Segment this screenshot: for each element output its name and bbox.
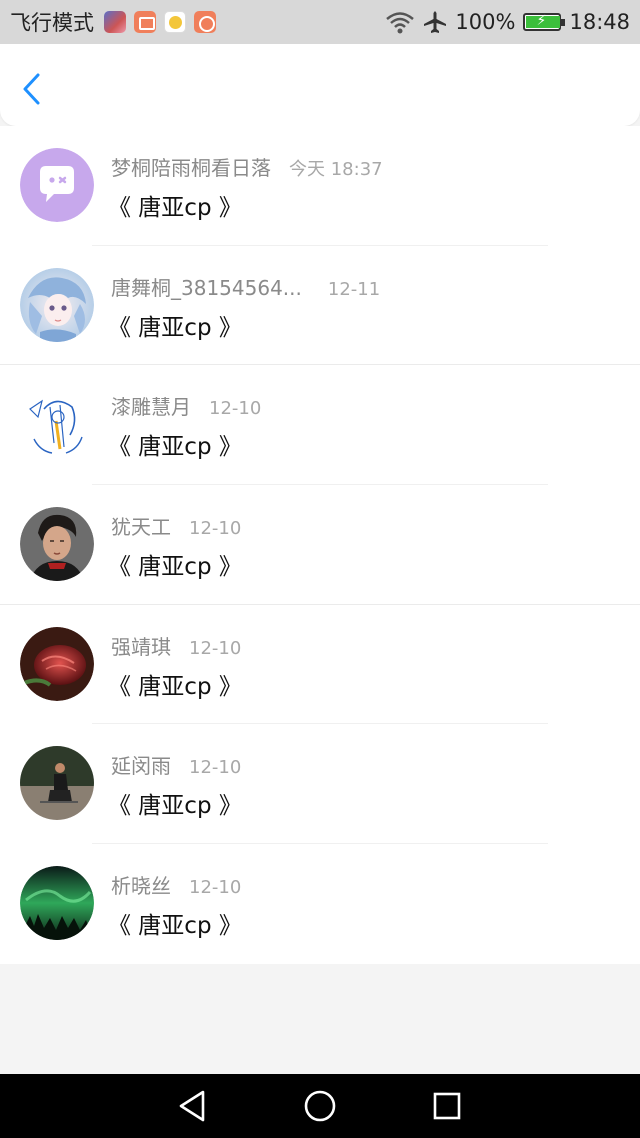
nav-recents-button[interactable] [417, 1086, 477, 1126]
message-preview: 《 唐亚cp 》 [108, 793, 242, 820]
sender-name: 梦桐陪雨桐看日落 [111, 156, 271, 180]
message-preview: 《 唐亚cp 》 [108, 554, 242, 581]
home-circle-icon [304, 1090, 336, 1122]
airplane-icon [424, 11, 447, 33]
sender-name: 强靖琪 [111, 634, 171, 659]
message-preview: 《 唐亚cp 》 [108, 673, 242, 700]
rose-avatar[interactable] [20, 626, 94, 701]
message-time: 12-10 [189, 877, 242, 899]
app-header [0, 44, 640, 126]
battery-percent: 100% [455, 10, 516, 34]
wifi-icon [386, 12, 415, 34]
name-row: 析晓丝 12-10 [111, 870, 241, 899]
list-item[interactable]: 梦桐陪雨桐看日落 今天 18:37 《 唐亚cp 》 [0, 126, 640, 246]
name-row: 犹天工 12-10 [111, 511, 241, 540]
nav-home-button[interactable] [290, 1086, 350, 1126]
message-time: 12-10 [189, 757, 242, 779]
message-time: 12-10 [209, 398, 262, 420]
message-preview: 《 唐亚cp 》 [108, 913, 242, 940]
battery-icon: ⚡ [523, 13, 566, 31]
sender-name: 漆雕慧月 [111, 395, 191, 420]
list-item[interactable]: 强靖琪 12-10 《 唐亚cp 》 [0, 605, 640, 725]
portrait-avatar[interactable] [20, 507, 94, 582]
chat-bubble-avatar[interactable] [20, 148, 94, 222]
app-icon-2 [134, 11, 156, 33]
name-row: 梦桐陪雨桐看日落 今天 18:37 [111, 152, 383, 181]
charging-bolt-icon: ⚡ [536, 13, 547, 29]
name-row: 强靖琪 12-10 [111, 631, 241, 660]
sender-name: 唐舞桐_38154564... [111, 275, 302, 300]
nav-back-button[interactable] [163, 1086, 223, 1126]
airplane-mode-label: 飞行模式 [10, 11, 94, 35]
message-time: 12-10 [189, 518, 242, 540]
app-icon-1 [104, 11, 126, 33]
status-left: 飞行模式 [10, 7, 216, 37]
sender-name: 延闵雨 [111, 754, 171, 779]
list-item[interactable]: 犹天工 12-10 《 唐亚cp 》 [0, 485, 640, 605]
message-preview: 《 唐亚cp 》 [108, 434, 242, 461]
anime-girl-avatar[interactable] [20, 267, 94, 342]
list-item[interactable]: 延闵雨 12-10 《 唐亚cp 》 [0, 724, 640, 845]
app-icon-4 [194, 11, 216, 33]
status-bar: 飞行模式 100% ⚡ 18:48 [0, 0, 640, 44]
person-kneeling-avatar[interactable] [20, 746, 94, 821]
message-list: 梦桐陪雨桐看日落 今天 18:37 《 唐亚cp 》 唐舞桐_38154564.… [0, 126, 640, 964]
navigation-bar [0, 1074, 640, 1138]
list-item[interactable]: 唐舞桐_38154564... 12-11 《 唐亚cp 》 [0, 246, 640, 366]
chevron-left-icon [23, 73, 40, 105]
message-time: 12-10 [189, 637, 242, 659]
message-preview: 《 唐亚cp 》 [108, 195, 242, 221]
name-row: 唐舞桐_38154564... 12-11 [111, 272, 380, 301]
name-row: 漆雕慧月 12-10 [111, 391, 261, 420]
message-time: 今天 18:37 [289, 159, 383, 180]
back-button[interactable] [18, 72, 48, 106]
recents-square-icon [433, 1092, 460, 1120]
aurora-avatar[interactable] [20, 866, 94, 941]
status-right: 100% ⚡ 18:48 [385, 10, 630, 34]
sketch-avatar[interactable] [20, 387, 94, 462]
list-item[interactable]: 析晓丝 12-10 《 唐亚cp 》 [0, 844, 640, 964]
sender-name: 析晓丝 [111, 874, 171, 899]
message-time: 12-11 [327, 278, 381, 300]
name-row: 延闵雨 12-10 [111, 750, 241, 779]
back-triangle-icon [180, 1090, 205, 1122]
app-icon-3 [164, 11, 186, 33]
list-item[interactable]: 漆雕慧月 12-10 《 唐亚cp 》 [0, 365, 640, 486]
sender-name: 犹天工 [111, 515, 171, 540]
clock: 18:48 [569, 10, 630, 34]
message-preview: 《 唐亚cp 》 [108, 314, 242, 341]
